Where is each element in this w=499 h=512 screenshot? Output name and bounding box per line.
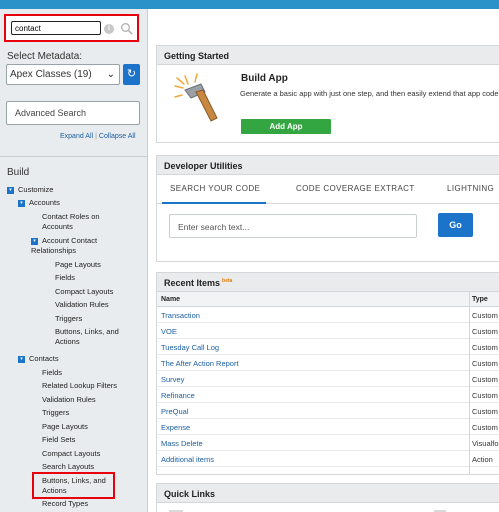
refresh-icon: ↻ bbox=[126, 68, 137, 80]
tree-item-acr-triggers[interactable]: Triggers bbox=[55, 314, 82, 324]
metadata-search-box: i bbox=[4, 14, 139, 42]
recent-items-title: Recent Items beta bbox=[157, 273, 499, 292]
expand-collapse-links: Expand All | Collapse All bbox=[60, 133, 136, 140]
tree-item-contacts[interactable]: ▾ Contacts bbox=[18, 354, 59, 364]
search-icon[interactable] bbox=[120, 22, 134, 36]
recent-item-link[interactable]: Survey bbox=[161, 375, 184, 384]
collapse-icon[interactable]: ▾ bbox=[7, 186, 14, 194]
select-metadata-label: Select Metadata: bbox=[7, 51, 83, 62]
sidebar: i Select Metadata: Apex Classes (19) ⌄ ↻… bbox=[0, 9, 148, 512]
tree-item-contacts-fields[interactable]: Fields bbox=[42, 368, 62, 378]
tree-item-acr-validation-rules[interactable]: Validation Rules bbox=[55, 300, 109, 310]
table-row: Additional items Action bbox=[157, 451, 499, 467]
tree-item-acr-compact-layouts[interactable]: Compact Layouts bbox=[55, 287, 113, 297]
recent-items-panel: Recent Items beta Name Type Transaction Cu… bbox=[156, 272, 499, 475]
column-header-type[interactable]: Type bbox=[472, 296, 488, 303]
recent-item-link[interactable]: PreQual bbox=[161, 407, 189, 416]
tab-search-your-code[interactable]: SEARCH YOUR CODE bbox=[170, 184, 260, 193]
beta-badge: beta bbox=[222, 278, 233, 284]
tree-item-contacts-record-types[interactable]: Record Types bbox=[42, 499, 88, 509]
tree-item-contacts-field-sets[interactable]: Field Sets bbox=[42, 435, 75, 445]
recent-item-type: Custom bbox=[472, 343, 498, 352]
quick-links-panel: Quick Links bbox=[156, 483, 499, 512]
expand-all-link[interactable]: Expand All bbox=[60, 133, 93, 140]
getting-started-title: Getting Started bbox=[157, 46, 499, 65]
code-search-input[interactable]: Enter search text... bbox=[169, 214, 417, 238]
column-header-name[interactable]: Name bbox=[161, 296, 180, 303]
table-row: The After Action Report Custom bbox=[157, 355, 499, 371]
tree-item-contacts-validation-rules[interactable]: Validation Rules bbox=[42, 395, 96, 405]
getting-started-panel: Getting Started Build App Generate a bas… bbox=[156, 45, 499, 143]
build-heading: Build bbox=[7, 167, 30, 178]
add-app-button[interactable]: Add App bbox=[241, 119, 331, 134]
table-row: VOE Custom bbox=[157, 323, 499, 339]
build-app-description: Generate a basic app with just one step,… bbox=[240, 89, 499, 98]
column-separator bbox=[469, 292, 470, 474]
highlight-box bbox=[32, 472, 115, 499]
info-icon[interactable]: i bbox=[104, 24, 114, 34]
tree-item-acr-buttons-links-actions[interactable]: Buttons, Links, and Actions bbox=[55, 327, 119, 347]
active-tab-indicator bbox=[162, 202, 266, 204]
main-content: Getting Started Build App Generate a bas… bbox=[148, 9, 499, 512]
developer-utilities-tabs: SEARCH YOUR CODE CODE COVERAGE EXTRACT L… bbox=[157, 175, 499, 204]
tree-item-acr-fields[interactable]: Fields bbox=[55, 273, 75, 283]
recent-item-link[interactable]: Expense bbox=[161, 423, 190, 432]
recent-item-type: Custom bbox=[472, 375, 498, 384]
metadata-select-value: Apex Classes (19) bbox=[10, 69, 92, 80]
recent-item-type: Custom bbox=[472, 407, 498, 416]
sidebar-divider bbox=[0, 156, 147, 157]
recent-item-type: Custom bbox=[472, 327, 498, 336]
table-row: PreQual Custom bbox=[157, 403, 499, 419]
quick-links-title: Quick Links bbox=[157, 484, 499, 503]
recent-item-link[interactable]: VOE bbox=[161, 327, 177, 336]
tree-item-contacts-related-lookup-filters[interactable]: Related Lookup Filters bbox=[42, 381, 117, 391]
refresh-button[interactable]: ↻ bbox=[123, 64, 140, 85]
tree-item-contacts-page-layouts[interactable]: Page Layouts bbox=[42, 422, 88, 432]
collapse-icon[interactable]: ▾ bbox=[18, 355, 25, 363]
tree-item-accounts[interactable]: ▾ Accounts bbox=[18, 198, 60, 208]
build-app-title: Build App bbox=[241, 73, 288, 84]
recent-item-type: Action bbox=[472, 455, 493, 464]
advanced-search-button[interactable]: Advanced Search bbox=[6, 101, 140, 125]
recent-item-link[interactable]: Tuesday Call Log bbox=[161, 343, 219, 352]
tree-item-contacts-compact-layouts[interactable]: Compact Layouts bbox=[42, 449, 100, 459]
metadata-select[interactable]: Apex Classes (19) ⌄ bbox=[6, 64, 120, 85]
top-bar bbox=[0, 0, 499, 9]
tree-item-account-contact-relationships[interactable]: ▾ Account Contact Relationships bbox=[31, 236, 97, 256]
table-row: Tuesday Call Log Custom bbox=[157, 339, 499, 355]
table-row: Transaction Custom bbox=[157, 307, 499, 323]
metadata-search-input[interactable] bbox=[11, 21, 101, 35]
collapse-icon[interactable]: ▾ bbox=[18, 199, 25, 207]
recent-item-link[interactable]: The After Action Report bbox=[161, 359, 239, 368]
recent-item-type: Visualfo bbox=[472, 439, 499, 448]
recent-item-type: Custom bbox=[472, 311, 498, 320]
table-row: Mass Delete Visualfo bbox=[157, 435, 499, 451]
developer-utilities-title: Developer Utilities bbox=[157, 156, 499, 175]
recent-item-link[interactable]: Additional items bbox=[161, 455, 214, 464]
recent-item-type: Custom bbox=[472, 423, 498, 432]
hammer-icon bbox=[174, 73, 218, 122]
recent-items-header: Name Type bbox=[157, 292, 499, 307]
recent-item-link[interactable]: Transaction bbox=[161, 311, 200, 320]
developer-utilities-panel: Developer Utilities SEARCH YOUR CODE COD… bbox=[156, 155, 499, 262]
table-row: Expense Custom bbox=[157, 419, 499, 435]
tree-item-acr-page-layouts[interactable]: Page Layouts bbox=[55, 260, 101, 270]
tree-item-customize[interactable]: ▾ Customize bbox=[7, 185, 53, 195]
recent-item-link[interactable]: Mass Delete bbox=[161, 439, 203, 448]
table-row: Survey Custom bbox=[157, 371, 499, 387]
recent-item-link[interactable]: Refinance bbox=[161, 391, 195, 400]
collapse-icon[interactable]: ▾ bbox=[31, 237, 38, 245]
table-row: Refinance Custom bbox=[157, 387, 499, 403]
tab-code-coverage-extract[interactable]: CODE COVERAGE EXTRACT bbox=[296, 184, 415, 193]
tab-lightning[interactable]: LIGHTNING bbox=[447, 184, 494, 193]
collapse-all-link[interactable]: Collapse All bbox=[99, 133, 136, 140]
tree-item-contact-roles[interactable]: Contact Roles on Accounts bbox=[42, 212, 100, 232]
recent-item-type: Custom bbox=[472, 359, 498, 368]
tree-item-contacts-search-layouts[interactable]: Search Layouts bbox=[42, 462, 94, 472]
go-button[interactable]: Go bbox=[438, 213, 473, 237]
chevron-down-icon: ⌄ bbox=[106, 69, 115, 80]
recent-item-type: Custom bbox=[472, 391, 498, 400]
tree-item-contacts-triggers[interactable]: Triggers bbox=[42, 408, 69, 418]
